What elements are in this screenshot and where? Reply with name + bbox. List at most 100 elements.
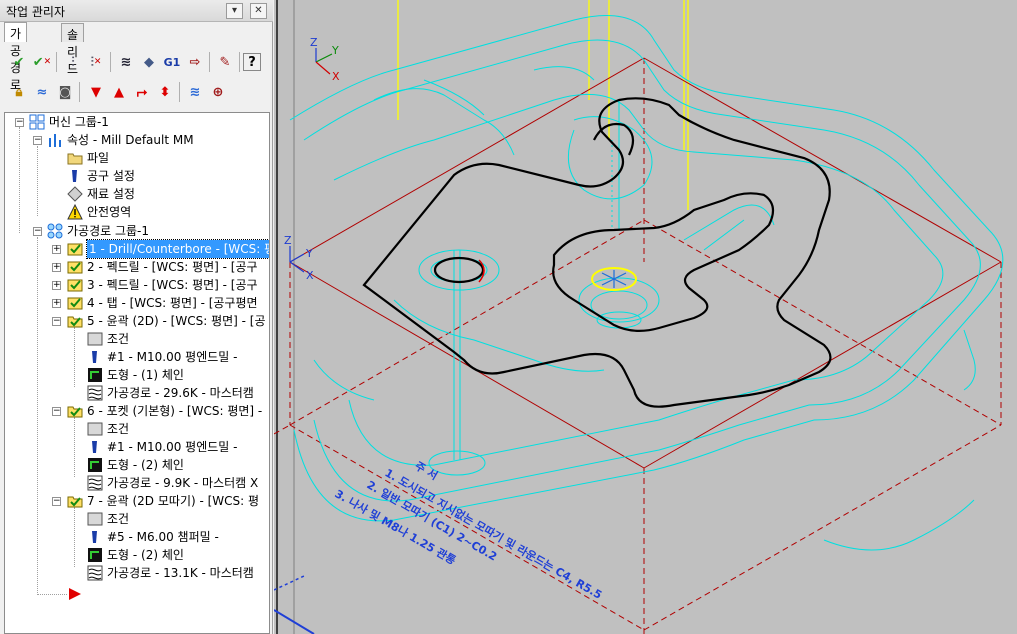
insert-arrow-icon [67, 586, 83, 602]
run-post-icon[interactable]: ⇨ [184, 51, 206, 73]
tree-label: 머신 그룹-1 [49, 115, 109, 129]
single-operation-icon[interactable]: ⊕ [207, 81, 229, 103]
tree-parameters[interactable]: 조건 [87, 330, 129, 348]
expand-toggle[interactable]: + [52, 263, 61, 272]
expand-toggle[interactable]: + [52, 281, 61, 290]
tree-tool[interactable]: #5 - M6.00 챔퍼밀 - [87, 528, 219, 546]
post-g1-icon[interactable]: G1 [161, 51, 183, 73]
tree-label: #5 - M6.00 챔퍼밀 - [107, 530, 219, 544]
tree-toolpath-group[interactable]: 가공경로 그룹-1 [47, 222, 149, 240]
geometry-icon [87, 457, 103, 473]
move-up-icon[interactable]: ▲ [108, 81, 130, 103]
tree-stock-setup[interactable]: 재료 설정 [67, 185, 135, 203]
display-icon[interactable]: ≋ [184, 81, 206, 103]
tree-parameters[interactable]: 조건 [87, 510, 129, 528]
insert-arrow-icon[interactable]: ⮣ [131, 81, 153, 103]
select-invalid-check-icon[interactable]: ✔ ✕ [31, 51, 53, 73]
backplot-icon[interactable]: ≋ [115, 51, 137, 73]
tree-machine-group[interactable]: 머신 그룹-1 [29, 113, 109, 131]
cad-drawing: Z Y X Z Y X 주 서 1. 도시되고 지시없는 모따기 및 라운드는 … [274, 0, 1004, 634]
manager-toolbar-2: 🔒︎ ≈ ◙ ▼ ▲ ⮣ ⬍ ≋ ⊕ [4, 78, 270, 106]
operation-checked-icon [67, 295, 83, 311]
tree-operation-5[interactable]: 5 - 윤곽 (2D) - [WCS: 평면] - [공 [67, 312, 266, 330]
tree-files[interactable]: 파일 [67, 149, 109, 167]
tab-solids[interactable]: 솔리드 [61, 23, 85, 76]
collapse-toggle[interactable]: − [33, 227, 42, 236]
tree-operation-3[interactable]: 3 - 펙드릴 - [WCS: 평면] - [공구 [67, 276, 258, 294]
operation-open-icon [67, 313, 83, 329]
tree-properties[interactable]: 속성 - Mill Default MM [47, 131, 194, 149]
tab-toolpaths[interactable]: 가공경로 [4, 22, 28, 92]
tree-label: 조건 [107, 422, 130, 436]
tree-connector [37, 237, 38, 595]
axis-x-label: X [306, 269, 314, 282]
tree-operation-2[interactable]: 2 - 펙드릴 - [WCS: 평면] - [공구 [67, 258, 258, 276]
axis-y-label: Y [331, 44, 339, 57]
tree-insert-arrow[interactable] [67, 585, 87, 603]
tree-tool-settings[interactable]: 공구 설정 [67, 167, 135, 185]
tree-toolpath[interactable]: 가공경로 - 29.6K - 마스터캠 [87, 384, 254, 402]
toolbar-separator [209, 52, 210, 72]
verify-icon[interactable]: ◆ [138, 51, 160, 73]
highfeed-icon[interactable]: ✎ [214, 51, 236, 73]
tree-tool[interactable]: #1 - M10.00 평엔드밀 - [87, 348, 237, 366]
tree-geometry[interactable]: 도형 - (1) 체인 [87, 366, 184, 384]
lock-icon[interactable]: 🔒︎ [8, 81, 30, 103]
tree-label: 가공경로 그룹-1 [67, 224, 150, 238]
toolpath-group-icon [47, 223, 63, 239]
part-geometry [362, 97, 832, 408]
expand-toggle[interactable]: + [52, 299, 61, 308]
toolbar-separator [79, 82, 80, 102]
graphics-viewport[interactable]: Z Y X Z Y X 주 서 1. 도시되고 지시없는 모따기 및 라운드는 … [274, 0, 1017, 634]
tool-icon [67, 168, 83, 184]
tree-label: 6 - 포켓 (기본형) - [WCS: 평면] - [87, 404, 263, 418]
tree-tool[interactable]: #1 - M10.00 평엔드밀 - [87, 438, 237, 456]
operations-tree: − 머신 그룹-1 − 속성 - Mill Default MM 파일 공구 설… [4, 112, 270, 634]
collapse-toggle[interactable]: − [52, 407, 61, 416]
tree-connector [74, 327, 75, 387]
toggle-display-icon[interactable]: ≈ [31, 81, 53, 103]
tree-parameters[interactable]: 조건 [87, 420, 129, 438]
regenerate-dirty-icon[interactable]: ⫶ ✕ [85, 51, 107, 73]
tree-operation-6[interactable]: 6 - 포켓 (기본형) - [WCS: 평면] - [67, 402, 262, 420]
collapse-toggle[interactable]: − [52, 497, 61, 506]
tree-safety-zone[interactable]: 안전영역 [67, 203, 131, 221]
help-icon[interactable]: ? [243, 53, 261, 71]
tree-toolpath[interactable]: 가공경로 - 13.1K - 마스터캠 [87, 564, 254, 582]
tree-label: #1 - M10.00 평엔드밀 - [107, 350, 238, 364]
tree-toolpath[interactable]: 가공경로 - 9.9K - 마스터캠 X [87, 474, 258, 492]
collapse-toggle[interactable]: − [15, 118, 24, 127]
manager-toolbar-1: ✔ ✔ ✕ ⫶ ⫶ ✕ ≋ ◆ G1 ⇨ ✎ ? [4, 48, 270, 76]
tree-label: 공구 설정 [87, 169, 135, 183]
tree-label: 가공경로 - 9.9K - 마스터캠 X [107, 476, 259, 490]
tree-label: 4 - 탭 - [WCS: 평면] - [공구평면 [87, 296, 258, 310]
collapse-toggle[interactable]: − [33, 136, 42, 145]
tree-geometry[interactable]: 도형 - (2) 체인 [87, 546, 184, 564]
move-down-icon[interactable]: ▼ [85, 81, 107, 103]
geometry-icon [87, 367, 103, 383]
manager-titlebar: 작업 관리자 ▾ ✕ [0, 0, 273, 22]
tree-label: 도형 - (2) 체인 [107, 458, 184, 472]
scroll-icon[interactable]: ⬍ [154, 81, 176, 103]
expand-toggle[interactable]: + [52, 245, 61, 254]
properties-icon [47, 132, 63, 148]
close-button[interactable]: ✕ [250, 3, 267, 19]
axis-z-label: Z [284, 234, 292, 247]
toolbar-separator [110, 52, 111, 72]
tree-connector [37, 594, 67, 595]
axis-triad-mid: Z Y X [284, 234, 314, 282]
tree-operation-1[interactable]: 1 - Drill/Counterbore - [WCS: 평 [67, 239, 269, 259]
tree-operation-7[interactable]: 7 - 윤곽 (2D 모따기) - [WCS: 평 [67, 492, 259, 510]
pin-dropdown-button[interactable]: ▾ [226, 3, 243, 19]
toggle-posting-icon[interactable]: ◙ [54, 81, 76, 103]
tree-operation-4[interactable]: 4 - 탭 - [WCS: 평면] - [공구평면 [67, 294, 258, 312]
toolbar-separator [179, 82, 180, 102]
tree-label: 가공경로 - 13.1K - 마스터캠 [107, 566, 254, 580]
tree-label: 3 - 펙드릴 - [WCS: 평면] - [공구 [87, 278, 258, 292]
regenerate-icon[interactable]: ⫶ [62, 51, 84, 73]
folder-icon [67, 150, 83, 166]
tree-geometry[interactable]: 도형 - (2) 체인 [87, 456, 184, 474]
select-all-check-icon[interactable]: ✔ [8, 51, 30, 73]
collapse-toggle[interactable]: − [52, 317, 61, 326]
tree-label: 조건 [107, 512, 130, 526]
